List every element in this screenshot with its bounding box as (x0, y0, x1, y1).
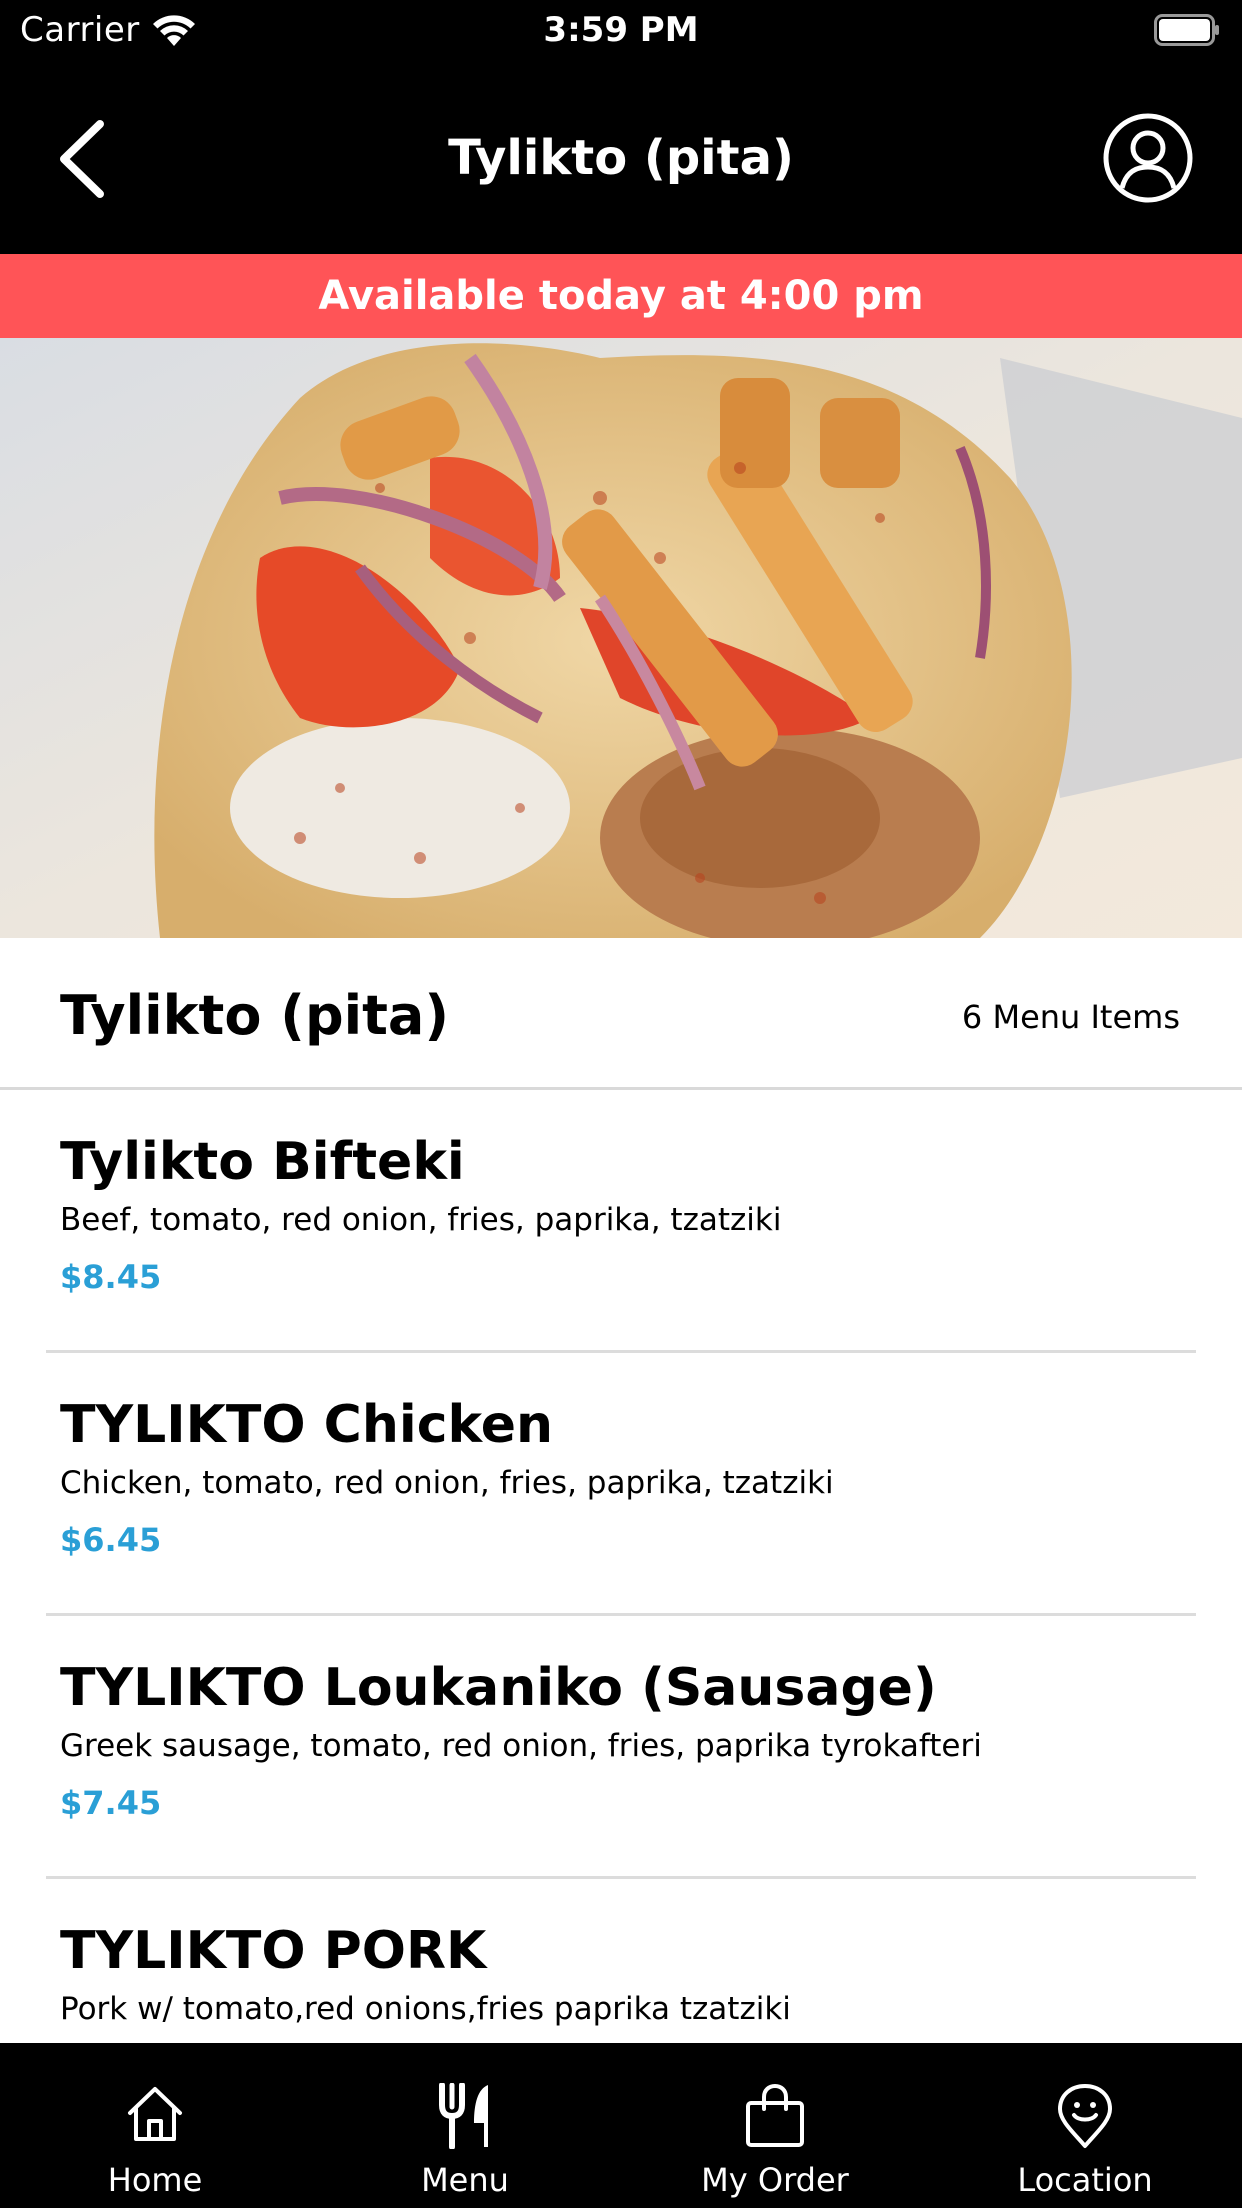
tab-home[interactable]: Home (0, 2043, 310, 2208)
tab-label-home: Home (107, 2161, 203, 2199)
clock: 3:59 PM (543, 10, 699, 50)
tab-location[interactable]: Location (930, 2043, 1240, 2208)
tab-label-my-order: My Order (701, 2161, 849, 2199)
menu-item-price: $8.45 (60, 1258, 162, 1296)
location-pin-icon (1058, 2084, 1112, 2148)
menu-item-price: $6.45 (60, 1521, 162, 1559)
status-bar: Carrier 3:59 PM (0, 0, 1242, 62)
shopping-bag-icon (746, 2083, 804, 2147)
page-title: Tylikto (pita) (448, 130, 794, 186)
category-header: Tylikto (pita) 6 Menu Items (0, 938, 1242, 1090)
hero-food-image (0, 338, 1242, 938)
menu-item-name: TYLIKTO Chicken (60, 1395, 553, 1455)
menu-item-description: Pork w/ tomato,red onions,fries paprika … (60, 1991, 791, 2027)
menu-item-description: Greek sausage, tomato, red onion, fries,… (60, 1728, 982, 1764)
category-title: Tylikto (pita) (60, 984, 450, 1047)
fork-knife-icon (439, 2083, 488, 2149)
menu-item-name: Tylikto Bifteki (60, 1132, 465, 1192)
menu-item-description: Chicken, tomato, red onion, fries, papri… (60, 1465, 834, 1501)
user-circle-icon[interactable] (1102, 112, 1194, 204)
menu-item-price: $7.45 (60, 1784, 162, 1822)
tab-label-menu: Menu (421, 2161, 509, 2199)
menu-item-name: TYLIKTO Loukaniko (Sausage) (60, 1658, 937, 1718)
menu-item-count: 6 Menu Items (961, 998, 1180, 1036)
tab-my-order[interactable]: My Order (620, 2043, 930, 2208)
tab-bar: Home Menu My Order Location (0, 2043, 1242, 2208)
tab-menu[interactable]: Menu (310, 2043, 620, 2208)
home-icon (128, 2087, 182, 2141)
navigation-bar: Tylikto (pita) (0, 62, 1242, 254)
battery-icon (1154, 14, 1219, 46)
menu-item[interactable]: TYLIKTO Chicken Chicken, tomato, red oni… (0, 1353, 1242, 1616)
menu-item-name: TYLIKTO PORK (60, 1921, 487, 1981)
menu-item-description: Beef, tomato, red onion, fries, paprika,… (60, 1202, 782, 1238)
availability-banner: Available today at 4:00 pm (0, 254, 1242, 338)
tab-label-location: Location (1017, 2161, 1153, 2199)
menu-item[interactable]: Tylikto Bifteki Beef, tomato, red onion,… (0, 1090, 1242, 1353)
menu-item[interactable]: TYLIKTO Loukaniko (Sausage) Greek sausag… (0, 1616, 1242, 1879)
